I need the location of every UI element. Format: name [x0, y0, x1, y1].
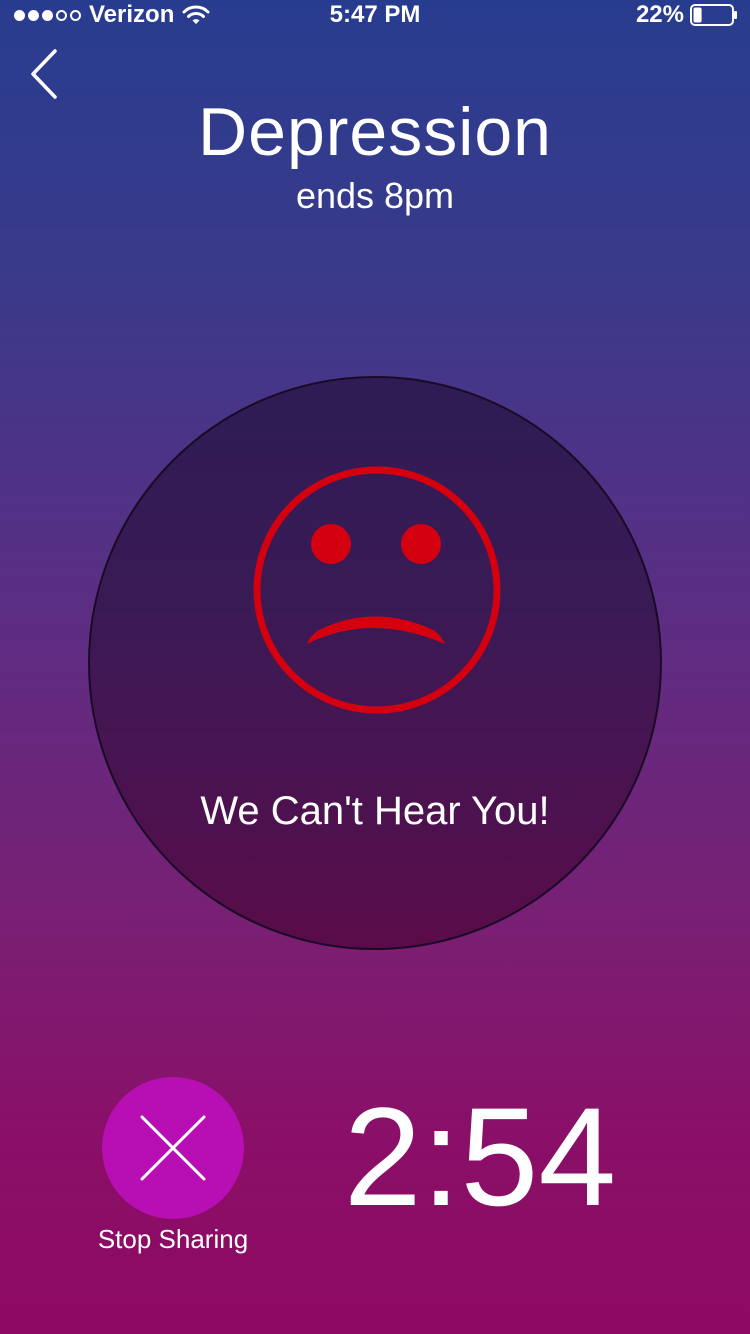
stop-sharing-button[interactable] [102, 1077, 244, 1219]
audio-status-panel: We Can't Hear You! [88, 376, 662, 950]
session-end-time: ends 8pm [295, 175, 455, 216]
close-icon [140, 1115, 206, 1181]
sad-face-icon [253, 466, 501, 714]
status-bar: Verizon 5:47 PM 22% [0, 0, 750, 40]
battery-icon [690, 4, 737, 26]
countdown-timer: 2:54 [343, 1078, 617, 1235]
battery-percent: 22% [635, 1, 684, 28]
status-right: 22% [636, 0, 738, 30]
page-title: Depression [198, 94, 552, 170]
stop-sharing-label: Stop Sharing [97, 1224, 249, 1254]
cant-hear-message: We Can't Hear You! [200, 789, 550, 833]
